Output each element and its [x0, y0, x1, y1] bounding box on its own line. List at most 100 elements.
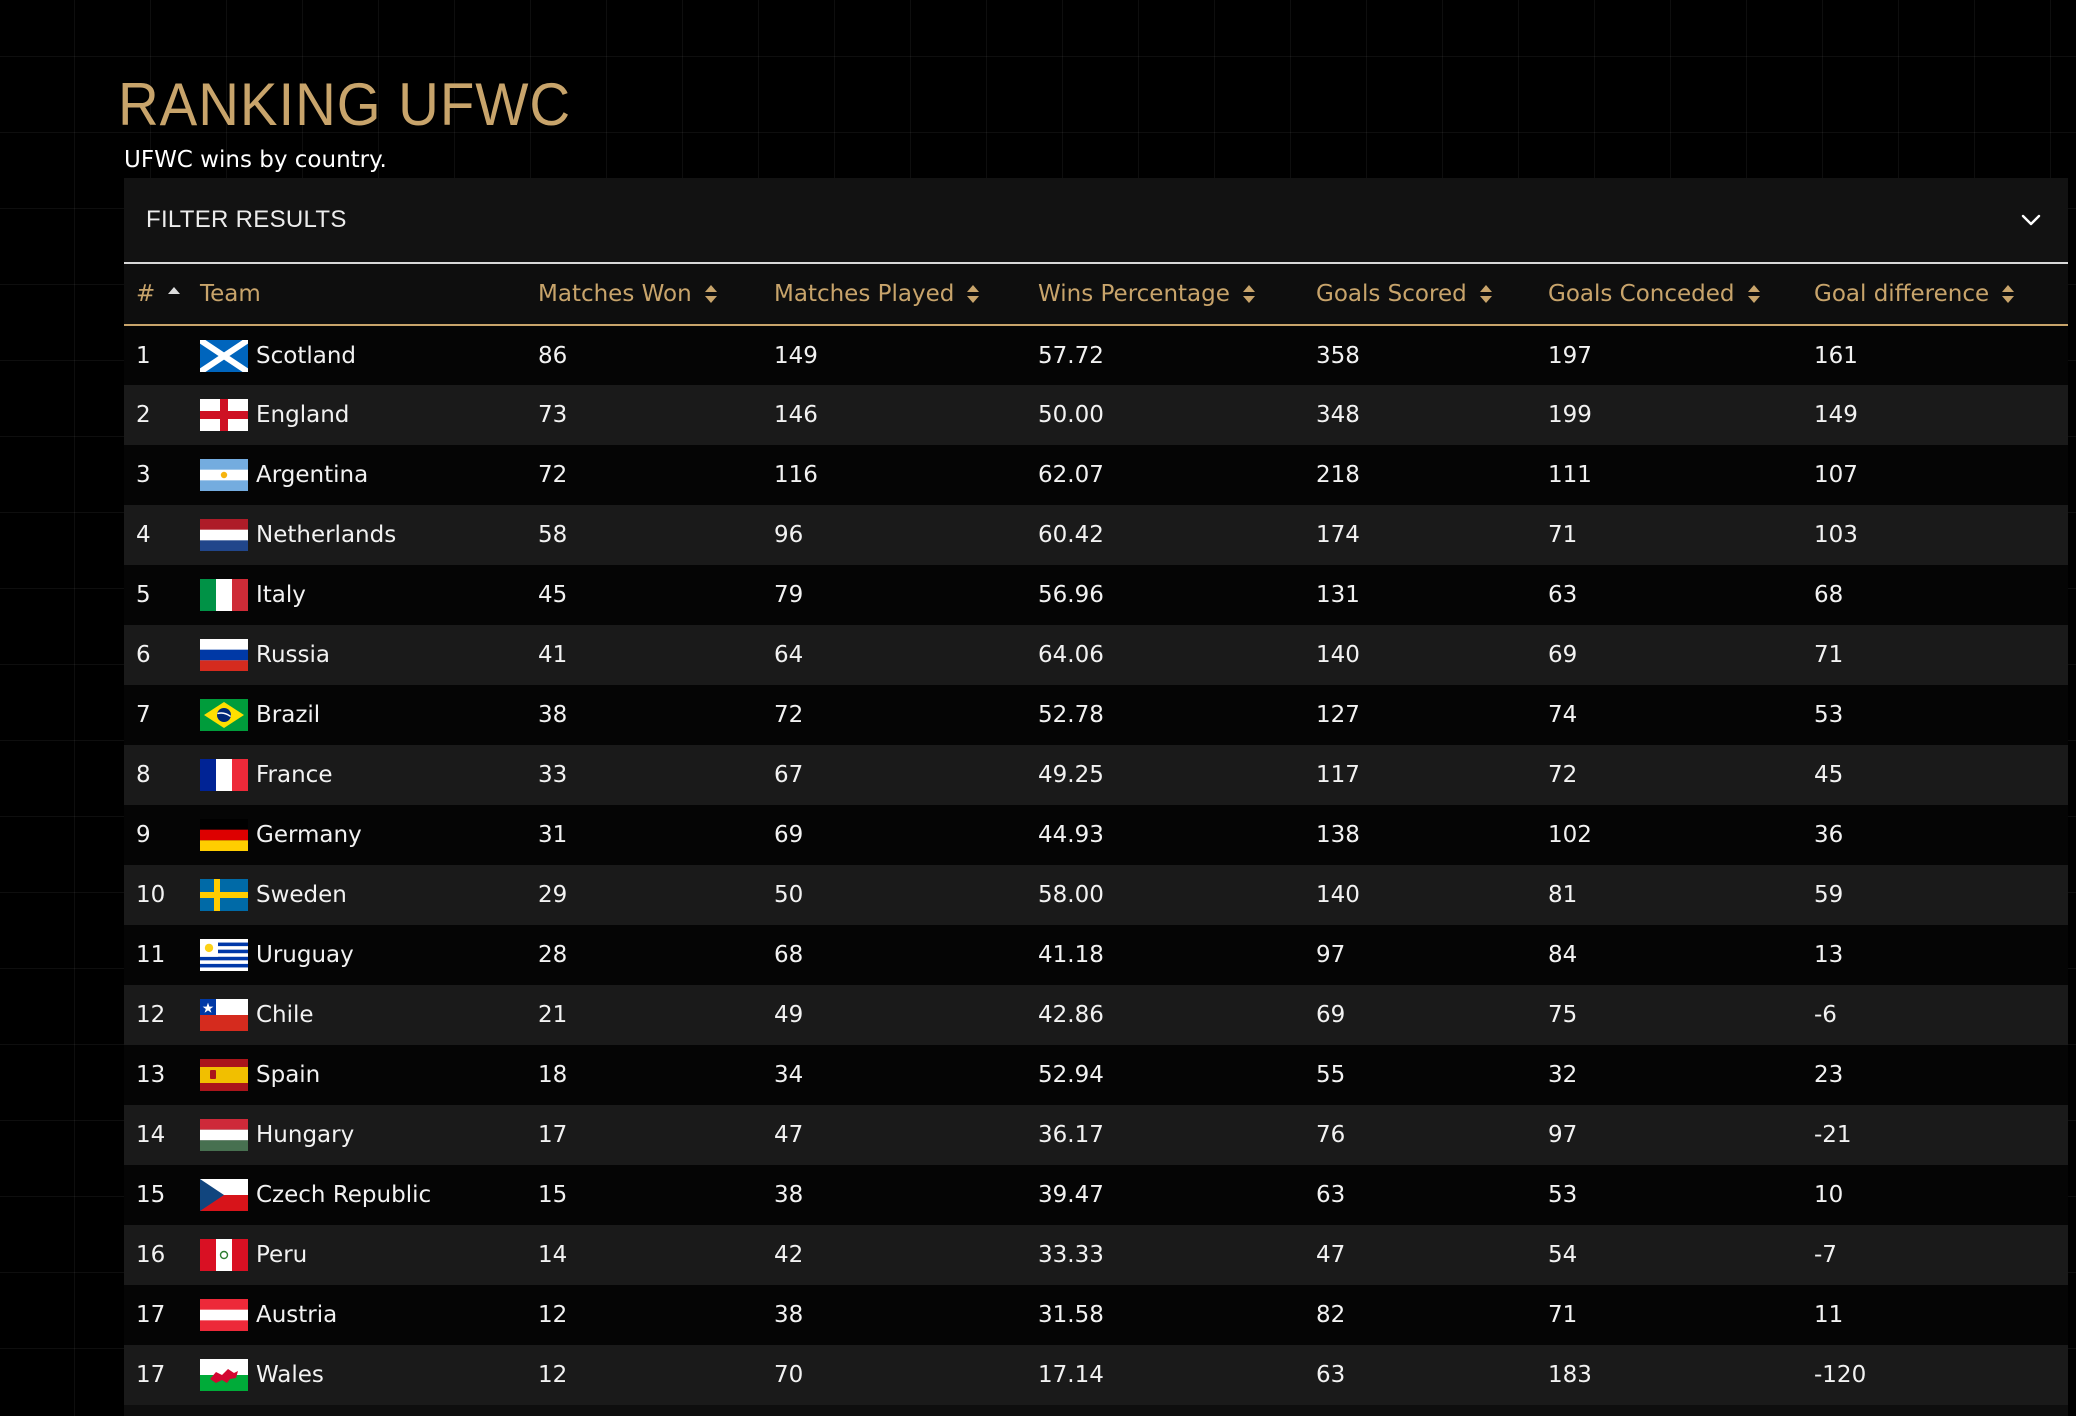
column-header-rank[interactable]: # [124, 264, 200, 326]
team-name[interactable]: Peru [256, 1242, 307, 1268]
table-header-row: # Team Matches Won Matches Played Wins Perce… [124, 264, 2068, 326]
cell-scored: 127 [1316, 702, 1360, 728]
sort-icon[interactable] [1242, 284, 1256, 304]
cell-pct: 42.86 [1038, 1002, 1104, 1028]
cell-conceded: 74 [1548, 702, 1578, 728]
cell-team: Uruguay [200, 925, 538, 985]
table-row[interactable]: 10 Sweden 29 50 58.00 140 81 59 [124, 865, 2068, 925]
cell-played: 96 [774, 522, 804, 548]
column-header-diff[interactable]: Goal difference [1814, 264, 2068, 326]
table-row[interactable]: 6 Russia 41 64 64.06 140 69 71 [124, 625, 2068, 685]
column-header-played[interactable]: Matches Played [774, 264, 1038, 326]
cell-rank: 9 [136, 822, 151, 848]
team-name[interactable]: France [256, 762, 332, 788]
team-name[interactable]: Sweden [256, 882, 347, 908]
italy-flag-icon [200, 579, 248, 611]
team-cell: Wales [200, 1359, 538, 1391]
sort-icon[interactable] [2001, 284, 2015, 304]
cell-pct: 52.78 [1038, 702, 1104, 728]
column-header-label: Wins Percentage [1038, 281, 1230, 307]
team-cell: Italy [200, 579, 538, 611]
cell-diff: 59 [1814, 882, 1844, 908]
table-row[interactable]: 17 Wales 12 70 17.14 63 183 -120 [124, 1345, 2068, 1405]
team-cell: Sweden [200, 879, 538, 911]
cell-won: 28 [538, 942, 568, 968]
table-row[interactable]: 16 Peru 14 42 33.33 47 54 -7 [124, 1225, 2068, 1285]
cell-diff: -6 [1814, 1002, 1837, 1028]
filter-results-toggle[interactable]: FILTER RESULTS [124, 178, 2068, 264]
sort-ascending-icon[interactable] [167, 284, 181, 304]
cell-won: 17 [538, 1122, 568, 1148]
team-name[interactable]: Russia [256, 642, 330, 668]
chevron-down-icon[interactable] [2020, 209, 2042, 231]
team-name[interactable]: Italy [256, 582, 306, 608]
column-header-conceded[interactable]: Goals Conceded [1548, 264, 1814, 326]
team-cell: France [200, 759, 538, 791]
table-row[interactable]: 9 Germany 31 69 44.93 138 102 36 [124, 805, 2068, 865]
table-row[interactable]: 11 Uruguay 28 68 41.18 97 84 13 [124, 925, 2068, 985]
cell-team: Netherlands [200, 505, 538, 565]
table-row[interactable]: 3 Argentina 72 116 62.07 218 111 107 [124, 445, 2068, 505]
team-name[interactable]: Chile [256, 1002, 314, 1028]
cell-played: 146 [774, 402, 818, 428]
table-row[interactable]: 1 Scotland 86 149 57.72 358 197 161 [124, 325, 2068, 385]
team-name[interactable]: Uruguay [256, 942, 354, 968]
column-header-pct[interactable]: Wins Percentage [1038, 264, 1316, 326]
column-header-won[interactable]: Matches Won [538, 264, 774, 326]
team-name[interactable]: England [256, 402, 349, 428]
filter-results-label: FILTER RESULTS [146, 206, 347, 233]
netherlands-flag-icon [200, 519, 248, 551]
cell-played: 69 [774, 822, 804, 848]
team-name[interactable]: Brazil [256, 702, 320, 728]
table-row[interactable]: 2 England 73 146 50.00 348 199 149 [124, 385, 2068, 445]
france-flag-icon [200, 759, 248, 791]
cell-rank: 7 [136, 702, 151, 728]
column-header-label: Goals Scored [1316, 281, 1467, 307]
column-header-scored[interactable]: Goals Scored [1316, 264, 1548, 326]
cell-played: 64 [774, 642, 804, 668]
cell-played: 70 [774, 1362, 804, 1388]
cell-rank: 15 [136, 1182, 166, 1208]
cell-conceded: 197 [1548, 342, 1592, 369]
table-row[interactable]: 5 Italy 45 79 56.96 131 63 68 [124, 565, 2068, 625]
team-name[interactable]: Austria [256, 1302, 337, 1328]
cell-pct: 52.94 [1038, 1062, 1104, 1088]
sort-icon[interactable] [704, 284, 718, 304]
team-name[interactable]: Spain [256, 1062, 320, 1088]
sort-icon[interactable] [966, 284, 980, 304]
sort-icon[interactable] [1747, 284, 1761, 304]
team-name[interactable]: Scotland [256, 343, 356, 369]
table-row[interactable]: 4 Netherlands 58 96 60.42 174 71 103 [124, 505, 2068, 565]
cell-played: 42 [774, 1242, 804, 1268]
cell-diff: 23 [1814, 1062, 1844, 1088]
cell-played: 116 [774, 462, 818, 488]
column-header-team[interactable]: Team [200, 264, 538, 326]
cell-scored: 358 [1316, 342, 1360, 369]
cell-rank: 12 [136, 1002, 166, 1028]
table-row[interactable]: 15 Czech Republic 15 38 39.47 63 53 10 [124, 1165, 2068, 1225]
sort-icon[interactable] [1479, 284, 1493, 304]
cell-team: Germany [200, 805, 538, 865]
team-name[interactable]: Hungary [256, 1122, 354, 1148]
table-row[interactable]: 7 Brazil 38 72 52.78 127 74 53 [124, 685, 2068, 745]
germany-flag-icon [200, 819, 248, 851]
cell-played: 50 [774, 882, 804, 908]
cell-won: 12 [538, 1362, 568, 1388]
table-row[interactable]: 13 Spain 18 34 52.94 55 32 23 [124, 1045, 2068, 1105]
uruguay-flag-icon [200, 939, 248, 971]
team-name[interactable]: Czech Republic [256, 1182, 431, 1208]
team-name[interactable]: Wales [256, 1362, 324, 1388]
table-row[interactable]: 17 Austria 12 38 31.58 82 71 11 [124, 1285, 2068, 1345]
team-name[interactable]: Germany [256, 822, 362, 848]
team-name[interactable]: Netherlands [256, 522, 396, 548]
cell-won: 38 [538, 702, 568, 728]
table-row[interactable]: 8 France 33 67 49.25 117 72 45 [124, 745, 2068, 805]
cell-won: 12 [538, 1302, 568, 1328]
table-row[interactable]: 12 Chile 21 49 42.86 69 75 -6 [124, 985, 2068, 1045]
table-row[interactable]: 14 Hungary 17 47 36.17 76 97 -21 [124, 1105, 2068, 1165]
cell-diff: 103 [1814, 522, 1858, 548]
team-name[interactable]: Argentina [256, 462, 368, 488]
cell-played: 47 [774, 1122, 804, 1148]
team-cell: England [200, 399, 538, 431]
cell-pct: 62.07 [1038, 462, 1104, 488]
